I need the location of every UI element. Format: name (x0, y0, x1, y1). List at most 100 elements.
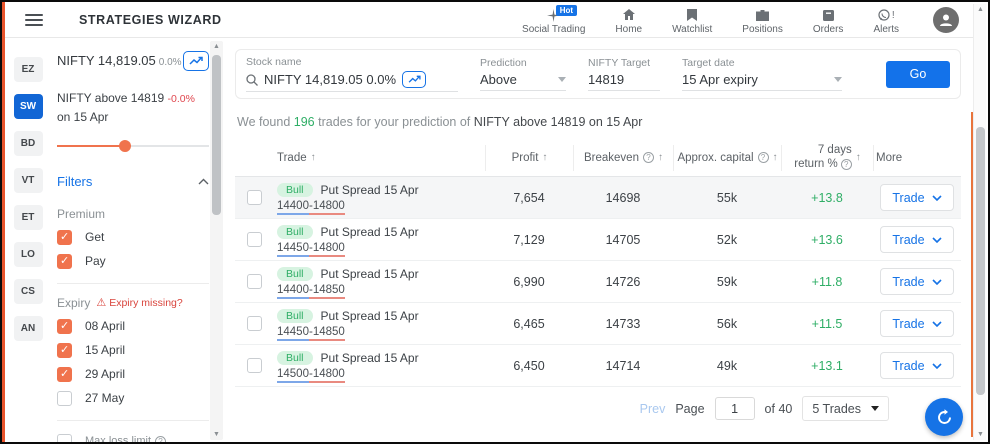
trade-button[interactable]: Trade (880, 352, 954, 379)
target-label: NIFTY Target (588, 57, 651, 69)
row-checkbox[interactable] (246, 358, 262, 373)
page-number-input[interactable] (714, 397, 755, 420)
strike-range[interactable]: 14400-14850 (277, 284, 485, 299)
prediction-slider[interactable] (57, 139, 209, 152)
page-scrollbar[interactable]: ▲ ▼ (973, 4, 986, 440)
checkbox-expiry-08apr[interactable]: 08 April (57, 318, 209, 334)
scroll-up-arrow[interactable]: ▲ (974, 6, 987, 13)
checkbox-expiry-15apr[interactable]: 15 April (57, 342, 209, 358)
trade-button[interactable]: Trade (880, 184, 954, 211)
header-trade[interactable]: Trade ↑ (273, 145, 485, 171)
header-breakeven[interactable]: Breakeven? ↑ (573, 144, 673, 171)
header-7day-return[interactable]: 7 days return %? ↑ (781, 144, 873, 171)
chart-icon[interactable] (402, 71, 427, 88)
checkbox-icon[interactable] (57, 390, 72, 406)
checkbox-icon[interactable] (57, 433, 72, 442)
filters-header[interactable]: Filters (57, 174, 209, 189)
checkbox-icon[interactable] (57, 253, 72, 269)
table-row[interactable]: Bull Put Spread 15 Apr 14450-14800 7,129… (235, 219, 961, 261)
sidebar-item-an[interactable]: AN (13, 316, 43, 341)
go-button[interactable]: Go (886, 60, 950, 88)
checkbox-get[interactable]: Get (57, 229, 209, 245)
chevron-down-icon (932, 362, 942, 369)
strike-range[interactable]: 14450-14800 (277, 242, 485, 257)
table-row[interactable]: Bull Put Spread 15 Apr 14450-14850 6,465… (235, 303, 961, 345)
sidebar-item-ez[interactable]: EZ (13, 57, 43, 82)
window-accent-strip (2, 2, 5, 442)
expiry-warning[interactable]: ⚠ Expiry missing? (96, 296, 182, 310)
max-loss-filter[interactable]: Max loss limit? (57, 433, 209, 442)
user-avatar[interactable] (933, 6, 959, 33)
strike-range[interactable]: 14400-14800 (277, 200, 485, 215)
breakeven-value: 14733 (605, 316, 641, 331)
table-header-row: Trade ↑ Profit ↑ Breakeven? ↑ Approx. capit… (235, 139, 961, 177)
target-date-select[interactable]: 15 Apr expiry (682, 72, 842, 91)
trade-button[interactable]: Trade (880, 268, 954, 295)
help-icon[interactable]: ? (642, 152, 654, 163)
nav-social-trading[interactable]: Hot Social Trading (522, 4, 585, 35)
sidebar-item-bd[interactable]: BD (13, 131, 43, 156)
checkbox-icon[interactable] (57, 342, 72, 358)
row-checkbox[interactable] (246, 316, 262, 331)
home-icon (622, 9, 635, 22)
checkbox-expiry-29apr[interactable]: 29 April (57, 366, 209, 382)
sidebar-item-vt[interactable]: VT (13, 168, 43, 193)
scroll-up-arrow[interactable]: ▲ (210, 43, 223, 50)
scroll-down-arrow[interactable]: ▼ (974, 431, 987, 438)
strike-range[interactable]: 14500-14800 (277, 368, 485, 383)
checkbox-icon[interactable] (57, 366, 72, 382)
scroll-down-arrow[interactable]: ▼ (210, 431, 223, 438)
table-row[interactable]: Bull Put Spread 15 Apr 14500-14800 6,450… (235, 345, 961, 387)
checkbox-icon[interactable] (57, 318, 72, 334)
sort-arrow-icon: ↑ (310, 152, 316, 163)
prev-page-link[interactable]: Prev (640, 402, 666, 416)
nav-positions[interactable]: Positions (742, 5, 783, 35)
profit-value: 7,129 (513, 232, 545, 247)
header-capital[interactable]: Approx. capital? ↑ (673, 144, 781, 171)
top-header: STRATEGIES WIZARD Hot Social Trading Hom… (5, 2, 973, 38)
checkbox-pay[interactable]: Pay (57, 253, 209, 269)
sidebar-item-cs[interactable]: CS (13, 279, 43, 304)
nav-watchlist[interactable]: Watchlist (672, 5, 712, 35)
main-content: Stock name NIFTY 14,819.05 0.0% Predicti… (223, 39, 973, 442)
refresh-button[interactable] (925, 398, 963, 436)
sidebar-item-et[interactable]: ET (13, 205, 43, 230)
orders-bag-icon (822, 9, 834, 22)
bull-badge: Bull (277, 267, 313, 281)
trade-count: 196 (293, 115, 315, 129)
per-page-select[interactable]: 5 Trades (802, 396, 889, 421)
help-icon[interactable]: ? (155, 435, 167, 442)
checkbox-icon[interactable] (57, 229, 72, 245)
row-checkbox[interactable] (246, 232, 262, 247)
row-checkbox[interactable] (246, 190, 262, 205)
help-icon[interactable]: ? (840, 158, 852, 170)
prediction-select[interactable]: Above (480, 72, 566, 91)
help-icon[interactable]: ? (757, 152, 769, 163)
trade-button[interactable]: Trade (880, 310, 954, 337)
capital-value: 55k (716, 190, 738, 205)
checkbox-expiry-27may[interactable]: 27 May (57, 390, 209, 406)
bull-badge: Bull (277, 351, 313, 365)
breakeven-value: 14726 (605, 274, 641, 289)
scrollbar-thumb[interactable] (976, 127, 985, 395)
stock-name-input[interactable]: NIFTY 14,819.05 0.0% (246, 71, 458, 92)
target-date-label: Target date (682, 57, 735, 69)
target-input[interactable]: 14819 (588, 72, 660, 91)
slider-thumb[interactable] (119, 139, 132, 152)
hamburger-menu-icon[interactable] (25, 13, 43, 26)
scrollbar-thumb[interactable] (212, 55, 221, 215)
strike-range[interactable]: 14450-14850 (277, 326, 485, 341)
row-checkbox[interactable] (246, 274, 262, 289)
header-profit[interactable]: Profit ↑ (485, 144, 573, 171)
nav-home[interactable]: Home (615, 5, 642, 35)
pagination-bar: Prev Page of 40 5 Trades (235, 396, 961, 421)
table-row[interactable]: Bull Put Spread 15 Apr 14400-14800 7,654… (235, 177, 961, 219)
sidebar-item-sw[interactable]: SW (13, 94, 43, 119)
panel-scrollbar[interactable]: ▲ ▼ (210, 41, 223, 440)
nav-orders[interactable]: Orders (813, 5, 843, 35)
table-row[interactable]: Bull Put Spread 15 Apr 14400-14850 6,990… (235, 261, 961, 303)
nav-alerts[interactable]: ! Alerts (873, 5, 899, 35)
chart-icon[interactable] (183, 51, 209, 71)
trade-button[interactable]: Trade (880, 226, 954, 253)
sidebar-item-lo[interactable]: LO (13, 242, 43, 267)
